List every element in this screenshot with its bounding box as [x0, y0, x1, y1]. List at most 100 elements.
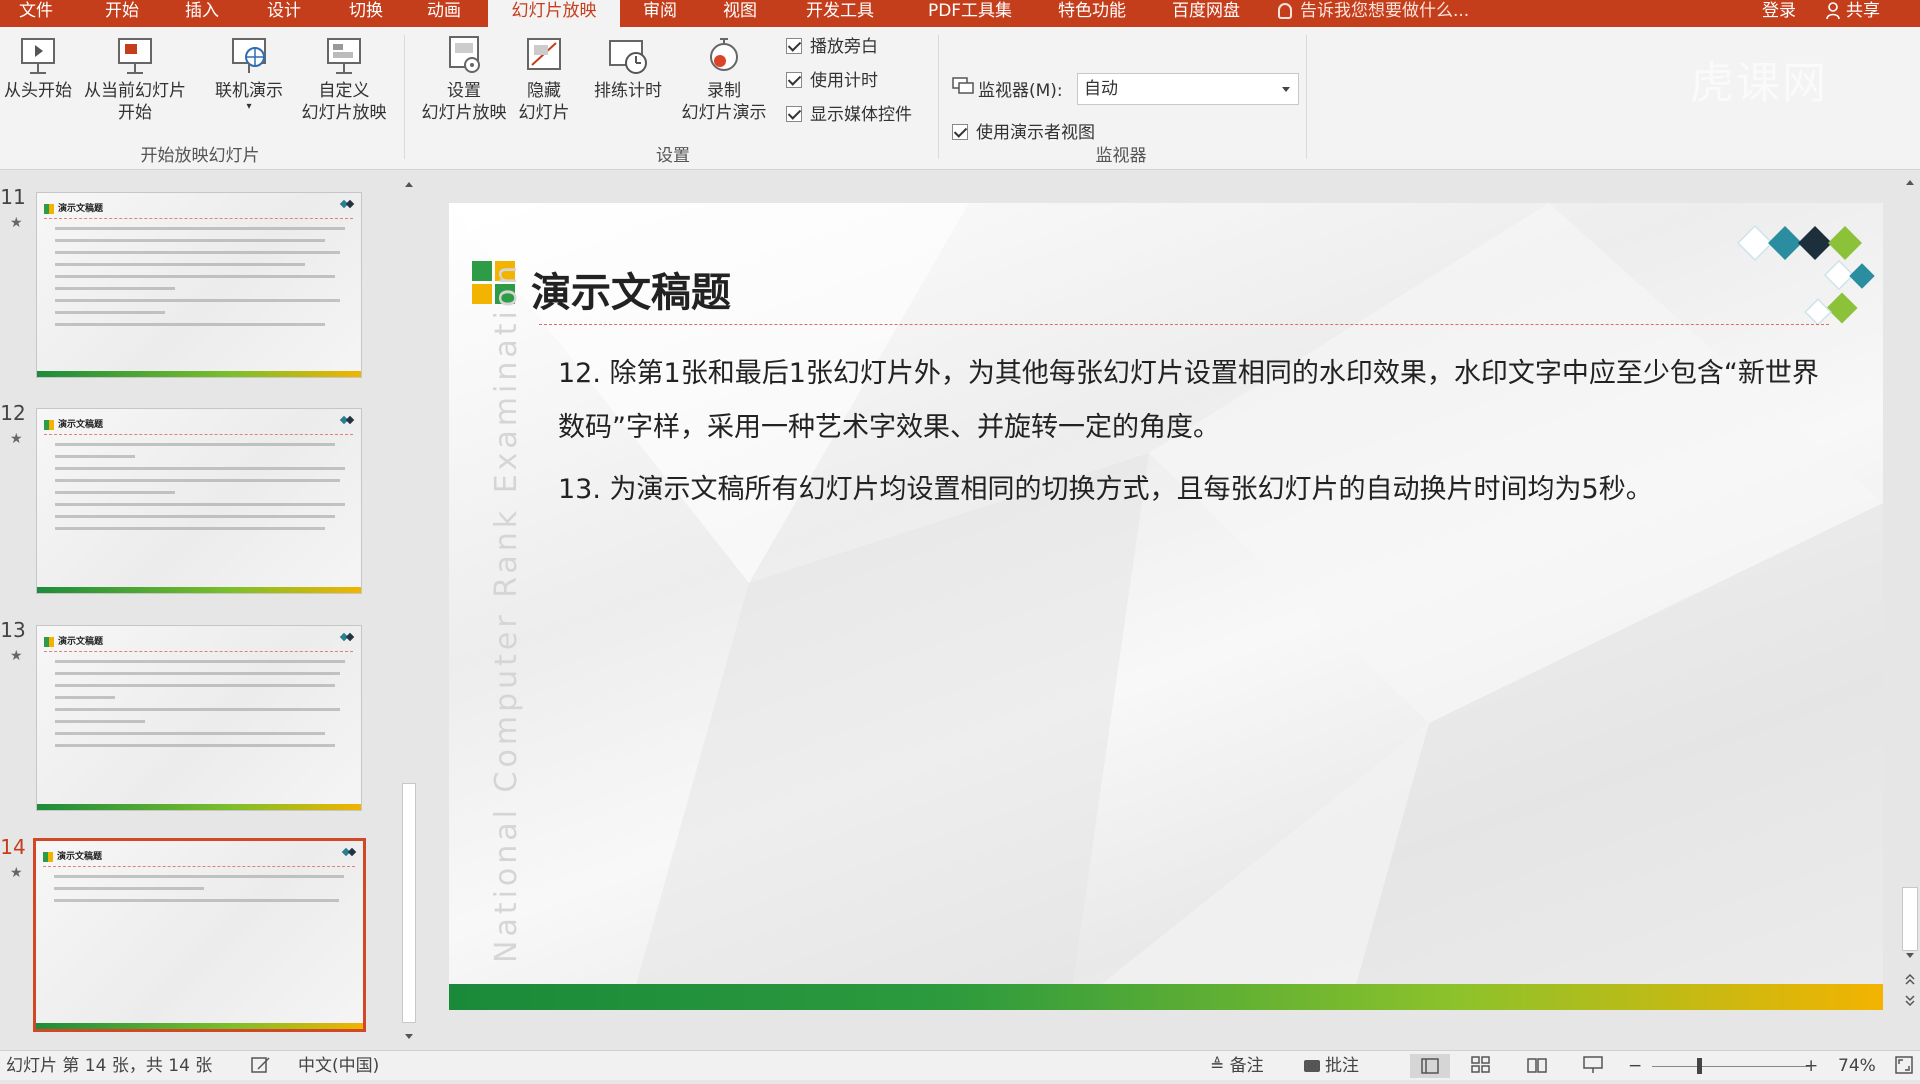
tab-home[interactable]: 开始 — [86, 0, 158, 27]
thumbnail-logo-icon — [43, 852, 53, 862]
scroll-down-icon[interactable] — [400, 1026, 418, 1046]
record-icon — [710, 38, 738, 71]
hide-slide-icon — [527, 38, 561, 70]
diamond-decoration-icon — [339, 632, 355, 642]
tab-animations[interactable]: 动画 — [408, 0, 480, 27]
zoom-slider-thumb[interactable] — [1697, 1058, 1702, 1074]
reading-view-button[interactable] — [1526, 1055, 1548, 1081]
checkbox-checked-icon — [952, 124, 968, 140]
online-globe-icon — [232, 38, 266, 73]
current-slide-canvas[interactable]: 演示文稿题 National Computer Rank Examination… — [449, 203, 1883, 1010]
tab-developer[interactable]: 开发工具 — [788, 0, 892, 27]
monitor-select[interactable]: 自动 — [1077, 73, 1299, 105]
tab-insert[interactable]: 插入 — [166, 0, 238, 27]
monitor-icon — [952, 77, 974, 99]
tab-view[interactable]: 视图 — [704, 0, 776, 27]
scroll-up-icon[interactable] — [1902, 175, 1918, 195]
use-timings-label: 使用计时 — [810, 71, 878, 91]
thumbnail-text-line — [55, 684, 335, 687]
slide-body-item[interactable]: 13. 为演示文稿所有幻灯片均设置相同的切换方式，且每张幻灯片的自动换片时间均为… — [558, 463, 1828, 517]
tab-file[interactable]: 文件 — [0, 0, 72, 27]
zoom-level[interactable]: 74% — [1838, 1055, 1876, 1077]
next-slide-icon[interactable] — [1902, 993, 1918, 1013]
thumbnail-text-line — [55, 251, 340, 254]
share-button[interactable]: 共享 — [1826, 0, 1880, 27]
slide-thumbnail-selected[interactable]: 演示文稿题 — [33, 838, 366, 1032]
ribbon-tab-bar: 文件 开始 插入 设计 切换 动画 幻灯片放映 审阅 视图 开发工具 PDF工具… — [0, 0, 1920, 27]
login-link[interactable]: 登录 — [1762, 0, 1796, 27]
online-present-button[interactable]: 联机演示 ▾ — [204, 35, 294, 112]
thumbnail-divider — [43, 866, 355, 867]
scroll-down-icon[interactable] — [1902, 947, 1918, 967]
show-media-controls-checkbox[interactable]: 显示媒体控件 — [786, 103, 912, 127]
rehearse-label: 排练计时 — [594, 81, 662, 101]
tab-transitions[interactable]: 切换 — [330, 0, 402, 27]
slide-count-status: 幻灯片 第 14 张，共 14 张 — [6, 1056, 213, 1076]
thumbnail-text-line — [55, 455, 135, 458]
scrollbar-thumb[interactable] — [402, 783, 416, 1023]
thumbnail-text-line — [54, 875, 344, 878]
tab-features[interactable]: 特色功能 — [1040, 0, 1144, 27]
thumbnail-number: 11 — [0, 185, 26, 209]
from-current-label-1: 从当前幻灯片 — [84, 81, 186, 101]
tab-slideshow[interactable]: 幻灯片放映 — [488, 0, 620, 27]
thumbnail-text-line — [55, 672, 340, 675]
from-current-button[interactable]: 从当前幻灯片 开始 — [80, 35, 190, 124]
spellcheck-icon[interactable] — [250, 1055, 272, 1081]
custom-slideshow-button[interactable]: 自定义 幻灯片放映 — [288, 35, 400, 124]
thumbnail-text-line — [55, 527, 325, 530]
notes-button[interactable]: ≜ 备注 — [1210, 1055, 1264, 1077]
slide-thumbnail[interactable]: 演示文稿题 — [36, 625, 362, 811]
hide-label-2: 幻灯片 — [518, 103, 570, 123]
setup-slideshow-button[interactable]: 设置 幻灯片放映 — [414, 35, 514, 124]
tab-review[interactable]: 审阅 — [624, 0, 696, 27]
fit-to-window-button[interactable] — [1894, 1055, 1914, 1081]
thumbnail-text-line — [55, 227, 345, 230]
tell-me-text: 告诉我您想要做什么... — [1300, 1, 1470, 21]
thumbnail-divider — [44, 651, 353, 652]
fit-window-icon — [1895, 1056, 1913, 1074]
scrollbar-thumb[interactable] — [1902, 887, 1918, 951]
zoom-in-button[interactable]: + — [1804, 1055, 1818, 1077]
brand-watermark: 虎课网 — [1690, 58, 1828, 109]
slide-sorter-button[interactable] — [1470, 1055, 1492, 1081]
play-narration-checkbox[interactable]: 播放旁白 — [786, 35, 878, 59]
thumbnail-bottom-bar — [36, 1023, 363, 1029]
normal-view-button[interactable] — [1410, 1054, 1450, 1078]
zoom-out-button[interactable]: − — [1628, 1055, 1642, 1077]
thumbnail-number: 13 — [0, 618, 26, 642]
thumbnail-text-line — [55, 732, 325, 735]
from-start-button[interactable]: 从头开始 — [0, 35, 76, 102]
previous-slide-icon[interactable] — [1902, 971, 1918, 991]
slide-thumbnail[interactable]: 演示文稿题 — [36, 192, 362, 378]
thumbnail-scrollbar[interactable] — [400, 171, 418, 1050]
scroll-up-icon[interactable] — [400, 175, 418, 195]
share-label: 共享 — [1846, 1, 1880, 21]
tab-baidu-netdisk[interactable]: 百度网盘 — [1154, 0, 1258, 27]
editor-vertical-scrollbar[interactable] — [1900, 171, 1920, 1050]
slide-body-item[interactable]: 12. 除第1张和最后1张幻灯片外，为其他每张幻灯片设置相同的水印效果，水印文字… — [558, 347, 1828, 455]
hide-slide-button[interactable]: 隐藏 幻灯片 — [512, 35, 576, 124]
slide-thumbnail[interactable]: 演示文稿题 — [36, 408, 362, 594]
rehearse-timings-button[interactable]: 排练计时 — [584, 35, 672, 102]
thumbnail-text-line — [55, 239, 325, 242]
thumbnail-logo-icon — [44, 204, 54, 214]
comment-icon — [1304, 1060, 1320, 1072]
notes-label: 备注 — [1229, 1056, 1264, 1076]
tab-design[interactable]: 设计 — [248, 0, 320, 27]
tab-pdf-tools[interactable]: PDF工具集 — [906, 0, 1034, 27]
tell-me-box[interactable]: 告诉我您想要做什么... — [1278, 0, 1469, 27]
slide-sorter-icon — [1471, 1056, 1490, 1073]
slideshow-view-button[interactable] — [1582, 1055, 1604, 1081]
zoom-slider-track[interactable] — [1652, 1066, 1810, 1067]
language-status[interactable]: 中文(中国) — [298, 1055, 379, 1077]
transition-star-icon: ★ — [10, 431, 23, 447]
reading-view-icon — [1527, 1058, 1547, 1073]
record-slideshow-button[interactable]: 录制 幻灯片演示 — [668, 35, 780, 124]
thumbnail-text-line — [55, 503, 345, 506]
comments-button[interactable]: 批注 — [1304, 1055, 1359, 1077]
slide-title[interactable]: 演示文稿题 — [531, 260, 731, 318]
checkbox-checked-icon — [786, 38, 802, 54]
checkbox-checked-icon — [786, 72, 802, 88]
use-timings-checkbox[interactable]: 使用计时 — [786, 69, 878, 93]
